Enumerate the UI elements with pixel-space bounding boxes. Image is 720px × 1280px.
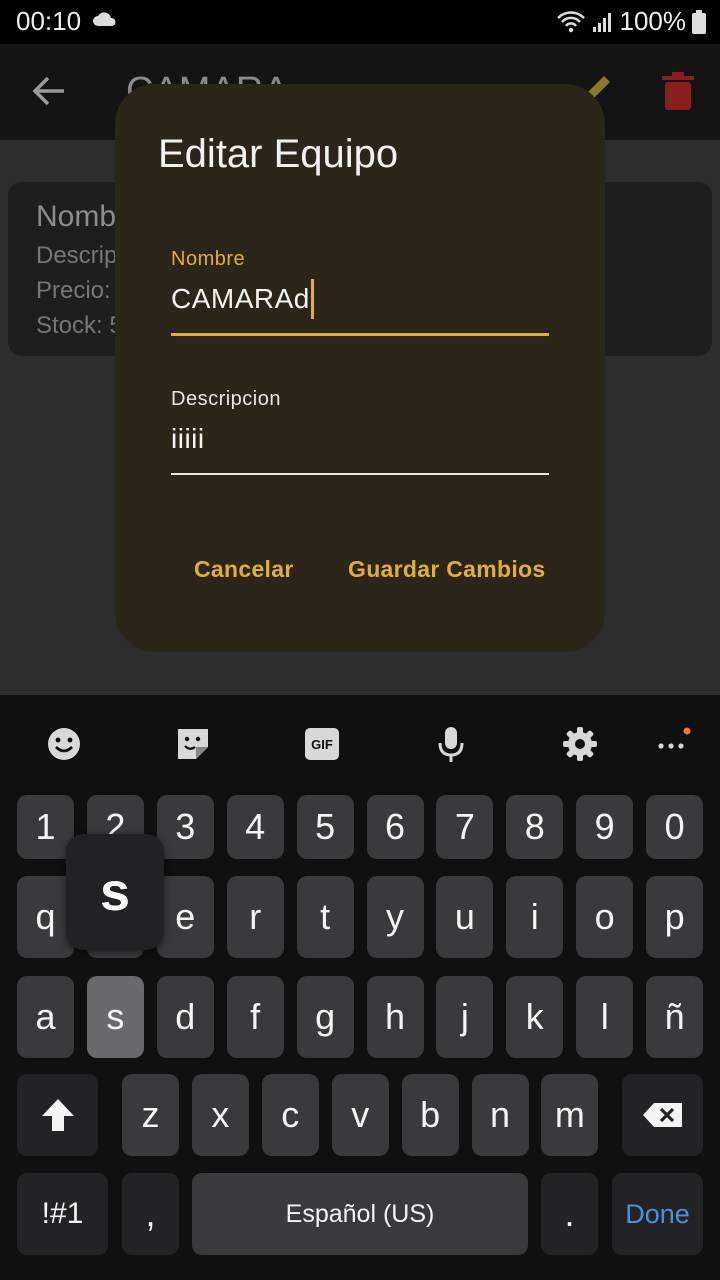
keyboard: GIF 1234567890qwertyuiopasdfghjklñzxcvbn…	[0, 695, 720, 1280]
key-row3-5[interactable]: h	[366, 976, 424, 1058]
key-row4-2[interactable]: c	[261, 1074, 319, 1156]
key-row1-6[interactable]: 7	[436, 795, 494, 859]
card-description: Descrip	[36, 242, 118, 269]
descripcion-field[interactable]: Descripcion iiiii	[171, 388, 549, 475]
key-row3-1[interactable]: s	[86, 976, 144, 1058]
descripcion-label: Descripcion	[171, 388, 281, 410]
key-row4-3[interactable]: v	[331, 1074, 389, 1156]
status-time: 00:10	[16, 6, 82, 36]
save-changes-button[interactable]: Guardar Cambios	[348, 556, 546, 583]
key-row3-2[interactable]: d	[156, 976, 214, 1058]
cloud-icon	[93, 12, 116, 26]
sticker-icon[interactable]	[174, 725, 212, 763]
cancel-button[interactable]: Cancelar	[194, 556, 294, 583]
key-row2-8[interactable]: o	[576, 876, 634, 958]
space-key[interactable]: Español (US)	[192, 1173, 528, 1255]
descripcion-input[interactable]: iiiii	[171, 419, 549, 459]
key-preview-popup: s	[66, 834, 164, 950]
key-row4-0[interactable]: z	[122, 1074, 179, 1156]
key-row1-5[interactable]: 6	[366, 795, 424, 859]
battery-percent: 100%	[619, 6, 687, 36]
gif-icon[interactable]: GIF	[303, 725, 341, 763]
emoji-icon[interactable]	[45, 725, 83, 763]
key-row4-4[interactable]: b	[401, 1074, 459, 1156]
key-row1-7[interactable]: 8	[506, 795, 564, 859]
key-row2-3[interactable]: r	[226, 876, 284, 958]
key-row3-9[interactable]: ñ	[646, 976, 704, 1058]
card-price: Precio:	[36, 277, 111, 304]
edit-dialog: Editar Equipo Nombre CAMARAd Descripcion…	[115, 84, 605, 652]
nombre-input[interactable]: CAMARAd	[171, 279, 549, 319]
svg-text:GIF: GIF	[311, 737, 333, 752]
descripcion-value: iiiii	[171, 423, 205, 454]
key-row3-4[interactable]: g	[296, 976, 354, 1058]
key-row2-4[interactable]: t	[296, 876, 354, 958]
more-icon[interactable]	[653, 725, 691, 763]
nombre-label: Nombre	[171, 248, 246, 270]
battery-icon	[692, 9, 706, 34]
key-row3-8[interactable]: l	[576, 976, 634, 1058]
status-bar: 00:10 100%	[0, 0, 720, 44]
backspace-key[interactable]	[622, 1074, 703, 1156]
microphone-icon[interactable]	[432, 725, 470, 763]
settings-icon[interactable]	[561, 725, 599, 763]
period-key[interactable]: .	[541, 1173, 598, 1255]
key-row3-6[interactable]: j	[436, 976, 494, 1058]
key-row1-8[interactable]: 9	[576, 795, 634, 859]
status-icons: 100%	[556, 6, 706, 37]
wifi-icon	[556, 10, 585, 32]
key-row3-7[interactable]: k	[506, 976, 564, 1058]
symbols-key[interactable]: !#1	[17, 1173, 108, 1255]
key-row2-9[interactable]: p	[646, 876, 704, 958]
signal-icon	[592, 12, 611, 32]
text-caret	[310, 279, 314, 319]
card-name: Nomb	[36, 200, 117, 233]
nombre-field[interactable]: Nombre CAMARAd	[171, 248, 549, 336]
key-row1-3[interactable]: 4	[226, 795, 284, 859]
key-row2-6[interactable]: u	[436, 876, 494, 958]
key-row2-2[interactable]: e	[156, 876, 214, 958]
nombre-value: CAMARAd	[171, 283, 310, 314]
delete-icon[interactable]	[662, 72, 694, 110]
shift-arrow-icon	[41, 1099, 74, 1131]
key-row2-5[interactable]: y	[366, 876, 424, 958]
key-row4-5[interactable]: n	[471, 1074, 529, 1156]
key-row3-0[interactable]: a	[17, 976, 74, 1058]
done-key[interactable]: Done	[612, 1173, 703, 1255]
key-row1-2[interactable]: 3	[156, 795, 214, 859]
key-row1-9[interactable]: 0	[646, 795, 704, 859]
key-row4-6[interactable]: m	[541, 1074, 599, 1156]
key-row4-1[interactable]: x	[191, 1074, 249, 1156]
shift-key[interactable]	[17, 1074, 98, 1156]
key-row2-7[interactable]: i	[506, 876, 564, 958]
back-arrow-icon[interactable]	[30, 72, 68, 110]
card-stock: Stock: 5	[36, 312, 123, 339]
key-row3-3[interactable]: f	[226, 976, 284, 1058]
key-row1-4[interactable]: 5	[296, 795, 354, 859]
dialog-title: Editar Equipo	[158, 132, 399, 176]
descripcion-underline	[171, 473, 549, 475]
nombre-underline	[171, 333, 549, 336]
backspace-icon	[642, 1103, 682, 1127]
comma-key[interactable]: ,	[122, 1173, 179, 1255]
